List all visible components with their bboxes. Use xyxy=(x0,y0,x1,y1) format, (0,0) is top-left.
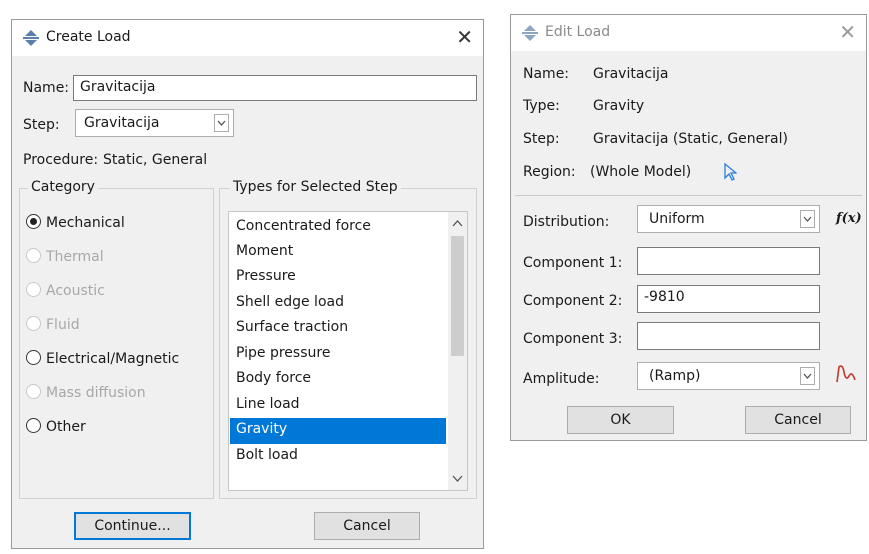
ok-button[interactable]: OK xyxy=(567,406,674,434)
name-value: Gravitacija xyxy=(593,66,669,82)
category-label: Mechanical xyxy=(46,215,125,231)
category-mass-diffusion: Mass diffusion xyxy=(26,384,146,401)
function-fx-icon[interactable]: f(x) xyxy=(836,211,862,226)
chevron-down-icon[interactable] xyxy=(448,468,467,488)
step-label: Step: xyxy=(23,117,60,133)
create-load-title: Create Load xyxy=(46,29,131,45)
continue-button[interactable]: Continue... xyxy=(74,512,191,540)
create-load-dialog: Create Load ✕ Name: Gravitacija Step: Gr… xyxy=(11,19,484,549)
amplitude-select[interactable]: (Ramp) xyxy=(637,362,820,390)
component3-input[interactable] xyxy=(637,322,820,350)
radio-icon[interactable] xyxy=(26,214,41,229)
component1-label: Component 1: xyxy=(523,255,623,271)
category-fluid: Fluid xyxy=(26,316,80,333)
list-item[interactable]: Body force xyxy=(230,367,446,393)
step-select-value: Gravitacija xyxy=(84,115,160,131)
category-thermal: Thermal xyxy=(26,248,104,265)
radio-icon xyxy=(26,248,41,263)
type-label: Type: xyxy=(523,98,560,114)
cancel-button[interactable]: Cancel xyxy=(745,406,851,434)
type-value: Gravity xyxy=(593,98,645,114)
edit-load-titlebar: Edit Load ✕ xyxy=(511,15,866,51)
category-mechanical[interactable]: Mechanical xyxy=(26,214,125,231)
distribution-select[interactable]: Uniform xyxy=(637,205,820,233)
radio-icon xyxy=(26,384,41,399)
category-electrical-magnetic[interactable]: Electrical/Magnetic xyxy=(26,350,179,367)
arrow-cursor-icon[interactable] xyxy=(723,163,737,181)
list-item[interactable]: Pressure xyxy=(230,265,446,291)
list-item[interactable]: Bolt load xyxy=(230,444,446,470)
category-other[interactable]: Other xyxy=(26,418,86,435)
name-label: Name: xyxy=(523,66,570,82)
types-list[interactable]: Concentrated force Moment Pressure Shell… xyxy=(228,211,468,491)
category-group: Category Mechanical Thermal Acoustic Flu… xyxy=(19,179,214,499)
radio-icon[interactable] xyxy=(26,418,41,433)
category-acoustic: Acoustic xyxy=(26,282,105,299)
region-label: Region: xyxy=(523,164,576,180)
close-icon[interactable]: ✕ xyxy=(839,20,856,44)
list-scrollbar[interactable] xyxy=(448,212,467,490)
category-label: Electrical/Magnetic xyxy=(46,351,180,367)
scrollbar-thumb[interactable] xyxy=(451,236,464,356)
edit-load-title: Edit Load xyxy=(545,24,611,40)
category-label: Thermal xyxy=(46,249,104,265)
chevron-down-icon[interactable] xyxy=(800,210,815,228)
cancel-button[interactable]: Cancel xyxy=(314,512,420,540)
step-label: Step: xyxy=(523,131,560,147)
procedure-label: Procedure: xyxy=(23,152,99,168)
name-input[interactable]: Gravitacija xyxy=(73,75,477,101)
chevron-down-icon[interactable] xyxy=(800,367,815,385)
abaqus-load-icon xyxy=(522,25,538,41)
list-item[interactable]: Pipe pressure xyxy=(230,342,446,368)
list-item[interactable]: Concentrated force xyxy=(230,215,446,241)
amplitude-curve-icon[interactable] xyxy=(835,364,859,384)
category-group-title: Category xyxy=(28,179,98,195)
chevron-up-icon[interactable] xyxy=(448,214,467,234)
step-value: Gravitacija (Static, General) xyxy=(593,131,788,147)
region-value: (Whole Model) xyxy=(590,164,692,180)
component3-label: Component 3: xyxy=(523,331,623,347)
create-load-titlebar: Create Load ✕ xyxy=(12,20,483,56)
amplitude-label: Amplitude: xyxy=(523,371,600,387)
category-label: Mass diffusion xyxy=(46,385,146,401)
radio-icon xyxy=(26,316,41,331)
category-label: Fluid xyxy=(46,317,80,333)
distribution-label: Distribution: xyxy=(523,214,610,230)
procedure-value: Static, General xyxy=(103,152,208,168)
close-icon[interactable]: ✕ xyxy=(456,25,473,49)
radio-icon[interactable] xyxy=(26,350,41,365)
category-label: Other xyxy=(46,419,86,435)
abaqus-load-icon xyxy=(23,30,39,46)
category-label: Acoustic xyxy=(46,283,105,299)
chevron-down-icon[interactable] xyxy=(214,114,229,132)
component2-input[interactable]: -9810 xyxy=(637,285,820,313)
name-label: Name: xyxy=(23,80,70,96)
types-group: Types for Selected Step Concentrated for… xyxy=(219,179,477,499)
step-select[interactable]: Gravitacija xyxy=(75,109,234,137)
component2-label: Component 2: xyxy=(523,293,623,309)
edit-load-dialog: Edit Load ✕ Name: Gravitacija Type: Grav… xyxy=(510,14,867,441)
list-item[interactable]: Line load xyxy=(230,393,446,419)
distribution-select-value: Uniform xyxy=(649,211,705,227)
component1-input[interactable] xyxy=(637,247,820,275)
amplitude-select-value: (Ramp) xyxy=(649,368,701,384)
types-group-title: Types for Selected Step xyxy=(230,179,401,195)
list-item[interactable]: Surface traction xyxy=(230,316,446,342)
list-item[interactable]: Shell edge load xyxy=(230,291,446,317)
list-item[interactable]: Moment xyxy=(230,240,446,266)
list-item-selected[interactable]: Gravity xyxy=(230,418,446,444)
separator xyxy=(515,195,862,196)
radio-icon xyxy=(26,282,41,297)
